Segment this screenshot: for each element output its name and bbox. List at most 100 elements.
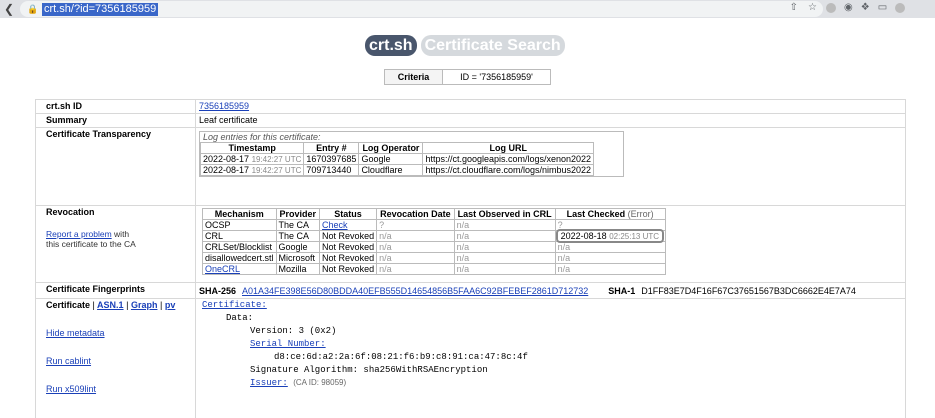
asn1-link[interactable]: ASN.1: [97, 300, 124, 310]
rev-date: n/a: [376, 241, 455, 253]
cert-data: Data:: [226, 313, 254, 323]
url-text[interactable]: crt.sh/?id=7356185959: [42, 2, 159, 16]
ct-caption: Log entries for this certificate:: [203, 132, 321, 142]
sep: |: [92, 300, 95, 310]
ct-date: 2022-08-17: [203, 154, 250, 164]
sha1-label: SHA-1: [608, 285, 636, 296]
address-bar[interactable]: 🔒 crt.sh/?id=7356185959 ⇧ ☆: [20, 1, 823, 17]
rev-header-error: (Error): [627, 209, 654, 219]
ct-date: 2022-08-17: [203, 165, 250, 175]
row-fingerprints: Certificate Fingerprints SHA-256 A01A34F…: [36, 283, 905, 299]
rev-status-check-link[interactable]: Check: [322, 220, 348, 230]
sidebar-icon[interactable]: ▭: [878, 2, 887, 13]
ct-url: https://ct.googleapis.com/logs/xenon2022: [422, 153, 595, 165]
table-row: 2022-08-17 19:42:27 UTC 709713440 Cloudf…: [199, 164, 595, 176]
rev-date: ?: [376, 219, 455, 231]
rev-last-checked-date: 2022-08-18: [560, 231, 607, 241]
rev-header-last-checked: Last Checked: [566, 209, 626, 219]
ct-header-operator: Log Operator: [358, 142, 424, 154]
summary-label: Summary: [36, 114, 196, 127]
rev-last-checked: ?: [554, 219, 666, 231]
crtsh-id-label: crt.sh ID: [36, 100, 196, 113]
rev-header-revocation-date: Revocation Date: [376, 208, 455, 220]
rev-last-checked: n/a: [554, 241, 666, 253]
rev-last-checked-time: 02:25:13 UTC: [609, 232, 660, 241]
rev-header-mechanism: Mechanism: [202, 208, 277, 220]
ct-entry: 1670397685: [303, 153, 360, 165]
table-row: CRL The CA Not Revoked n/a n/a 2022-08-1…: [202, 229, 666, 243]
report-problem-link[interactable]: Report a problem: [46, 229, 112, 239]
crtsh-id-link[interactable]: 7356185959: [199, 101, 249, 111]
ct-time: 19:42:27 UTC: [251, 166, 302, 175]
rev-last-checked: n/a: [554, 252, 666, 264]
rev-status: Not Revoked: [319, 230, 378, 242]
fingerprints-label: Certificate Fingerprints: [36, 283, 196, 298]
back-icon[interactable]: ❮: [0, 0, 18, 18]
certificate-link[interactable]: Certificate:: [202, 300, 267, 310]
row-crtsh-id: crt.sh ID 7356185959: [36, 100, 905, 114]
row-certificate: Certificate | ASN.1 | Graph | pv Hide me…: [36, 299, 905, 418]
revocation-table: Mechanism Provider Status Revocation Dat…: [202, 208, 666, 275]
issuer-link[interactable]: Issuer:: [250, 378, 288, 388]
table-row: 2022-08-17 19:42:27 UTC 1670397685 Googl…: [199, 153, 595, 165]
rev-mechanism: CRLSet/Blocklist: [202, 241, 277, 253]
profile-avatar[interactable]: [895, 2, 906, 13]
pv-link[interactable]: pv: [165, 300, 176, 310]
report-text-with: with: [114, 229, 130, 239]
ct-log-table: Timestamp Entry # Log Operator Log URL 2…: [199, 142, 595, 176]
graph-link[interactable]: Graph: [131, 300, 158, 310]
sep: |: [159, 300, 163, 310]
ct-header-url: Log URL: [422, 142, 595, 154]
run-cablint-link[interactable]: Run cablint: [46, 356, 91, 366]
rev-provider: The CA: [275, 230, 321, 242]
extension-icon[interactable]: [826, 2, 836, 13]
ct-time: 19:42:27 UTC: [251, 155, 302, 164]
cert-serial: d8:ce:6d:a2:2a:6f:08:21:f6:b9:c8:91:ca:4…: [274, 352, 528, 362]
rev-mechanism: OCSP: [202, 219, 277, 231]
run-x509lint-link[interactable]: Run x509lint: [46, 384, 96, 394]
logo-certificate-search: Certificate Search: [420, 35, 565, 56]
ct-url: https://ct.cloudflare.com/logs/nimbus202…: [422, 164, 595, 176]
rev-header-last-observed: Last Observed in CRL: [453, 208, 556, 220]
cert-version: Version: 3 (0x2): [250, 326, 337, 336]
sep: |: [126, 300, 129, 310]
rev-date: n/a: [376, 252, 455, 264]
table-row: OCSP The CA Check ? n/a ?: [202, 219, 666, 231]
row-certificate-transparency: Certificate Transparency Log entries for…: [36, 128, 905, 206]
rev-status: Not Revoked: [319, 252, 378, 264]
table-row: disallowedcert.stl Microsoft Not Revoked…: [202, 252, 666, 264]
lock-icon[interactable]: 🔒: [26, 4, 40, 15]
ct-operator: Cloudflare: [358, 164, 424, 176]
rev-header-provider: Provider: [275, 208, 321, 220]
issuer-caid: (CA ID: 98059): [293, 378, 347, 387]
table-row: CRLSet/Blocklist Google Not Revoked n/a …: [202, 241, 666, 253]
rev-provider: The CA: [275, 219, 321, 231]
ct-label: Certificate Transparency: [36, 128, 196, 205]
puzzle-icon[interactable]: ❖: [861, 2, 870, 13]
revocation-label: Revocation: [46, 207, 95, 217]
rev-last-observed: n/a: [453, 241, 556, 253]
criteria-box: Criteria ID = '7356185959': [384, 69, 551, 85]
rev-status: Not Revoked: [319, 241, 378, 253]
logo-crtsh[interactable]: crt.sh: [365, 35, 417, 56]
browser-toolbar: ❮ 🔒 crt.sh/?id=7356185959 ⇧ ☆ ◉ ❖ ▭: [0, 0, 935, 18]
row-revocation: Revocation Report a problem with this ce…: [36, 206, 905, 283]
summary-value: Leaf certificate: [199, 115, 258, 125]
bookmark-star-icon[interactable]: ☆: [808, 2, 817, 13]
rev-provider: Google: [275, 241, 321, 253]
sha1-value: D1FF83E7D4F16F67C37651567B3DC6662E4E7A74: [641, 285, 856, 296]
serial-number-link[interactable]: Serial Number:: [250, 339, 326, 349]
rev-mechanism-onecrl-link[interactable]: OneCRL: [205, 264, 240, 274]
shield-extension-icon[interactable]: ◉: [844, 2, 853, 13]
share-icon[interactable]: ⇧: [790, 2, 798, 13]
sha256-link[interactable]: A01A34FE398E56D80BDDA40EFB555D14654856B5…: [242, 286, 588, 296]
certificate-label: Certificate: [46, 300, 91, 310]
ct-header-timestamp: Timestamp: [199, 142, 305, 154]
rev-provider: Microsoft: [275, 252, 321, 264]
rev-date: n/a: [376, 263, 455, 275]
rev-mechanism: disallowedcert.stl: [202, 252, 277, 264]
rev-header-status: Status: [319, 208, 378, 220]
cert-signature-algorithm: Signature Algorithm: sha256WithRSAEncryp…: [250, 365, 488, 375]
report-text-ca: this certificate to the CA: [46, 239, 136, 249]
hide-metadata-link[interactable]: Hide metadata: [46, 328, 105, 338]
